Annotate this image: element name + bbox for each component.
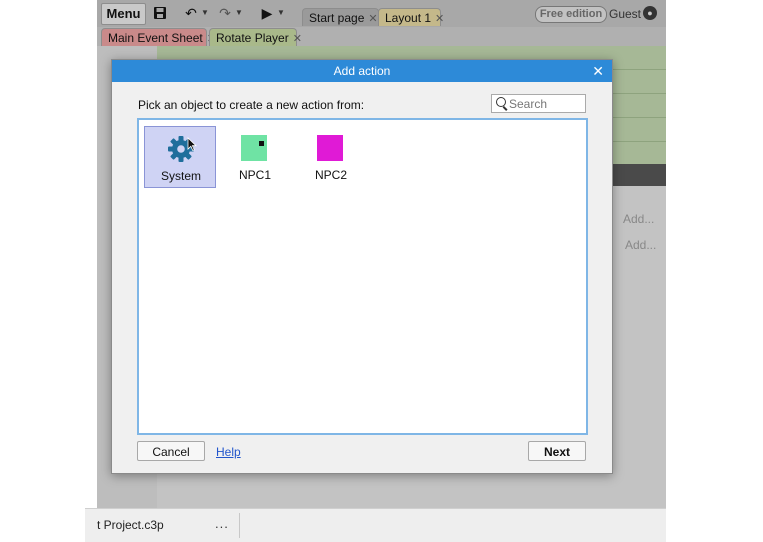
object-list[interactable]: System NPC1 NPC2 — [137, 118, 588, 435]
user-name[interactable]: Guest — [609, 6, 641, 22]
close-icon[interactable]: ✕ — [293, 33, 302, 45]
tab-label: Start page — [309, 11, 365, 25]
project-name[interactable]: t Project.c3p — [97, 518, 164, 532]
add-action-dialog: Add action ✕ Pick an object to create a … — [111, 59, 613, 474]
help-link[interactable]: Help — [216, 445, 241, 459]
close-icon[interactable]: ✕ — [435, 13, 444, 25]
divider — [239, 513, 240, 538]
tab-main-event-sheet[interactable]: Main Event Sheet✕ — [101, 28, 216, 46]
tab-label: Layout 1 — [385, 11, 432, 25]
close-icon[interactable]: ✕ — [592, 60, 604, 82]
close-icon[interactable]: ✕ — [368, 13, 377, 25]
object-item-npc2[interactable]: NPC2 — [295, 126, 367, 188]
sheet-tabbar: Main Event Sheet✕ Rotate Player ✕ — [97, 27, 666, 46]
user-icon[interactable]: ● — [643, 6, 657, 20]
undo-dropdown-icon[interactable]: ▼ — [201, 4, 209, 22]
object-item-system[interactable]: System — [144, 126, 216, 188]
object-label: System — [160, 169, 201, 183]
menu-button[interactable]: Menu — [101, 3, 146, 25]
search-input[interactable] — [509, 96, 583, 111]
sprite-detail — [259, 141, 264, 146]
add-action-link[interactable]: Add... — [623, 212, 654, 226]
redo-icon[interactable]: ↷ — [217, 4, 233, 22]
npc1-sprite-icon — [241, 135, 267, 161]
object-label: NPC2 — [314, 168, 347, 182]
play-dropdown-icon[interactable]: ▼ — [277, 4, 285, 22]
object-label: NPC1 — [238, 168, 271, 182]
search-box[interactable] — [491, 94, 586, 113]
dialog-title: Add action — [333, 64, 391, 78]
redo-dropdown-icon[interactable]: ▼ — [235, 4, 243, 22]
play-icon[interactable]: ▶ — [260, 4, 274, 22]
tab-layout-1[interactable]: Layout 1 ✕ — [378, 8, 444, 26]
dialog-prompt: Pick an object to create a new action fr… — [138, 98, 365, 112]
next-button[interactable]: Next — [528, 441, 586, 461]
cancel-button[interactable]: Cancel — [137, 441, 205, 461]
undo-icon[interactable]: ↶ — [183, 4, 199, 22]
edition-badge[interactable]: Free edition — [535, 6, 607, 23]
mouse-cursor-icon — [187, 137, 197, 151]
add-action-link[interactable]: Add... — [625, 238, 656, 252]
tab-label: Rotate Player — [216, 31, 289, 45]
save-icon[interactable] — [152, 4, 168, 22]
dialog-title-bar[interactable]: Add action ✕ — [112, 60, 612, 82]
tab-label: Main Event Sheet — [108, 31, 203, 45]
tab-start-page[interactable]: Start page ✕ — [302, 8, 379, 26]
search-icon — [496, 97, 506, 107]
npc2-sprite-icon — [317, 135, 343, 161]
tab-rotate-player[interactable]: Rotate Player ✕ — [209, 28, 302, 46]
project-bar: t Project.c3p ... — [85, 508, 666, 542]
main-toolbar: Menu ↶ ▼ ↷ ▼ ▶ ▼ Start page ✕ Layout 1 ✕ F… — [97, 0, 666, 27]
more-options-icon[interactable]: ... — [215, 516, 229, 531]
object-item-npc1[interactable]: NPC1 — [219, 126, 291, 188]
